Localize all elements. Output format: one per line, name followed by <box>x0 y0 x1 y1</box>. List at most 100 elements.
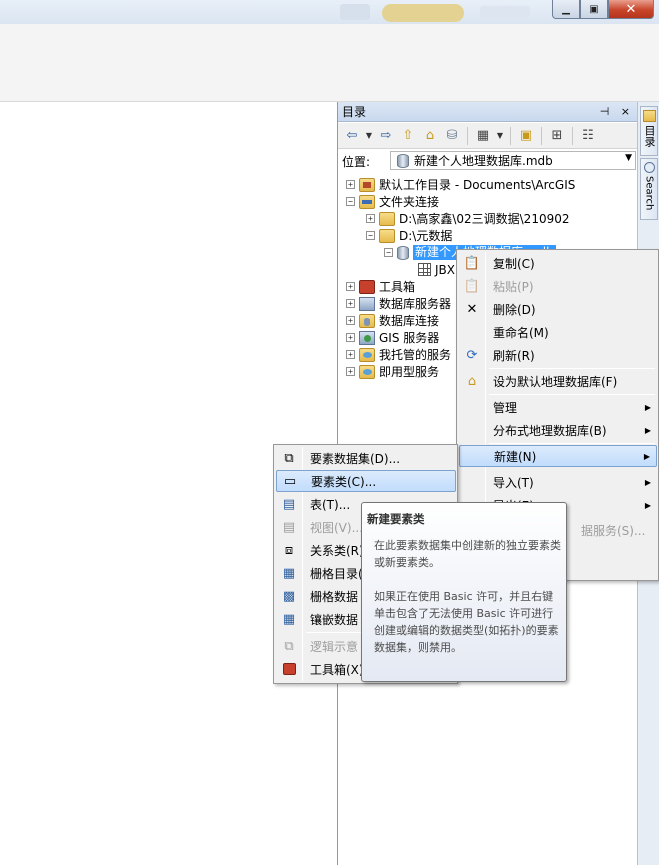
menu-item-delete[interactable]: ✕ 删除(D) <box>459 298 657 320</box>
submenu-item-feature-class[interactable]: ▭ 要素类(C)... <box>276 470 456 492</box>
menu-item-set-default-geodatabase[interactable]: ⌂ 设为默认地理数据库(F) <box>459 370 657 392</box>
menu-item-label: 管理 <box>493 400 518 415</box>
back-dropdown[interactable]: ▼ <box>364 126 374 146</box>
catalog-window-buttons[interactable]: ⊣ × <box>600 102 634 122</box>
refresh-icon: ⟳ <box>466 347 478 363</box>
up-one-level-button[interactable]: ⇧ <box>398 126 418 146</box>
options-button[interactable]: ☷ <box>578 126 598 146</box>
title-bar-item <box>480 6 530 18</box>
home-button[interactable]: ⌂ <box>420 126 440 146</box>
location-combobox[interactable]: 新建个人地理数据库.mdb ▼ <box>390 151 636 170</box>
tree-node-label: D:\高家鑫\02三调数据\210902 <box>399 212 570 226</box>
tree-icon: ⊞ <box>551 128 563 143</box>
toolbox-icon <box>276 663 302 675</box>
forward-button[interactable]: ⇨ <box>376 126 396 146</box>
expand-icon[interactable]: + <box>346 333 355 342</box>
tree-node-folder-210902[interactable]: + D:\高家鑫\02三调数据\210902 <box>366 210 570 227</box>
tree-node-label: 即用型服务 <box>379 365 440 379</box>
connect-folder-button[interactable]: ▣ <box>516 126 536 146</box>
menu-item-paste[interactable]: 📋 粘贴(P) <box>459 275 657 297</box>
menu-item-label: 设为默认地理数据库(F) <box>493 374 618 389</box>
menu-item-label: 复制(C) <box>493 256 535 271</box>
menu-item-label: 删除(D) <box>493 302 536 317</box>
menu-item-distributed-geodatabase[interactable]: 分布式地理数据库(B) ▶ <box>459 419 657 441</box>
folder-connection-icon <box>359 194 375 209</box>
close-icon: ✕ <box>625 1 637 17</box>
tree-node-folder-connections[interactable]: − 文件夹连接 <box>346 193 439 210</box>
toolbar-area <box>0 24 659 102</box>
tooltip-description: 在此要素数据集中创建新的独立要素类或新要素类。 <box>374 539 561 569</box>
toolbar-separator <box>572 126 573 145</box>
tree-node-ready-to-use-services[interactable]: + 即用型服务 <box>346 363 439 380</box>
menu-item-import[interactable]: 导入(T) ▶ <box>459 471 657 493</box>
menu-item-label: 粘贴(P) <box>493 279 534 294</box>
collapse-icon[interactable]: − <box>384 248 393 257</box>
menu-item-rename[interactable]: 重命名(M) <box>459 321 657 343</box>
toggle-contents-button[interactable]: ⊞ <box>547 126 567 146</box>
default-geodatabase-button[interactable]: ⛁ <box>442 126 462 146</box>
expand-icon[interactable]: + <box>346 299 355 308</box>
catalog-title: 目录 <box>342 105 367 119</box>
tree-node-database-connections[interactable]: + 数据库连接 <box>346 312 439 329</box>
menu-item-copy[interactable]: 📋 复制(C) <box>459 252 657 274</box>
maximize-button[interactable]: ▣ <box>580 0 608 19</box>
mosaic-dataset-icon: ▦ <box>282 611 296 627</box>
expand-icon[interactable]: + <box>346 316 355 325</box>
relationship-class-icon: ⧈ <box>284 542 294 558</box>
chevron-down-icon[interactable]: ▼ <box>625 153 632 163</box>
submenu-arrow-icon: ▶ <box>644 477 651 487</box>
view-dropdown[interactable]: ▼ <box>495 126 505 146</box>
feature-dataset-icon: ⧉ <box>284 450 294 466</box>
menu-separator <box>489 443 655 444</box>
view-toggle-button[interactable]: ▦ <box>473 126 493 146</box>
tree-node-label: 默认工作目录 - Documents\ArcGIS <box>379 178 576 192</box>
tab-catalog[interactable]: 目录 <box>640 106 658 156</box>
expand-icon[interactable]: + <box>366 214 375 223</box>
collapse-icon[interactable]: − <box>366 231 375 240</box>
menu-item-label: 分布式地理数据库(B) <box>493 423 607 438</box>
up-arrow-icon: ⇧ <box>402 128 414 143</box>
menu-item-manage[interactable]: 管理 ▶ <box>459 396 657 418</box>
expand-icon[interactable]: + <box>346 367 355 376</box>
tree-node-home[interactable]: + 默认工作目录 - Documents\ArcGIS <box>346 176 575 193</box>
tree-node-toolboxes[interactable]: + 工具箱 <box>346 278 415 295</box>
tree-node-gis-servers[interactable]: + GIS 服务器 <box>346 329 439 346</box>
menu-item-refresh[interactable]: ⟳ 刷新(R) <box>459 344 657 366</box>
tree-node-folder-metadata[interactable]: − D:\元数据 <box>366 227 452 244</box>
schematic-icon: ⧉ <box>284 638 294 654</box>
view-icon: ▤ <box>282 519 296 535</box>
tree-node-database-servers[interactable]: + 数据库服务器 <box>346 295 451 312</box>
back-button[interactable]: ⇦ <box>342 126 362 146</box>
menu-item-label: 逻辑示意 <box>310 639 359 654</box>
menu-item-label: 要素数据集(D)... <box>310 451 401 466</box>
tree-node-label: D:\元数据 <box>399 229 453 243</box>
close-button[interactable]: ✕ <box>608 0 654 19</box>
expand-icon[interactable]: + <box>346 180 355 189</box>
maximize-icon: ▣ <box>589 3 599 15</box>
tree-node-label: 文件夹连接 <box>379 195 440 209</box>
menu-item-new[interactable]: 新建(N) ▶ <box>459 445 657 467</box>
options-icon: ☷ <box>582 128 594 143</box>
minimize-button[interactable]: ▁ <box>552 0 580 19</box>
raster-catalog-icon: ▦ <box>282 565 296 581</box>
catalog-toolbar: ⇦ ▼ ⇨ ⇧ ⌂ ⛁ ▦ ▼ ▣ ⊞ ☷ <box>338 123 638 149</box>
menu-item-label: 关系类(R) <box>310 543 364 558</box>
submenu-arrow-icon: ▶ <box>644 425 651 435</box>
submenu-item-feature-dataset[interactable]: ⧉ 要素数据集(D)... <box>276 447 456 469</box>
menu-item-label: 刷新(R) <box>493 348 535 363</box>
feature-class-icon: ▭ <box>283 473 297 489</box>
expand-icon[interactable]: + <box>346 350 355 359</box>
toolbox-icon <box>359 279 375 294</box>
location-label: 位置: <box>342 154 371 169</box>
database-icon <box>397 245 409 260</box>
tree-node-my-hosted-services[interactable]: + 我托管的服务 <box>346 346 451 363</box>
collapse-icon[interactable]: − <box>346 197 355 206</box>
tree-node-jbx[interactable]: JBX <box>418 261 455 278</box>
search-icon <box>643 162 655 173</box>
expand-icon[interactable]: + <box>346 282 355 291</box>
tab-search[interactable]: Search <box>640 158 658 220</box>
submenu-arrow-icon: ▶ <box>643 451 650 461</box>
tooltip-body: 在此要素数据集中创建新的独立要素类或新要素类。 如果正在使用 Basic 许可，… <box>374 537 562 656</box>
feature-dataset-icon <box>418 263 431 276</box>
menu-item-label: 视图(V)... <box>310 520 364 535</box>
